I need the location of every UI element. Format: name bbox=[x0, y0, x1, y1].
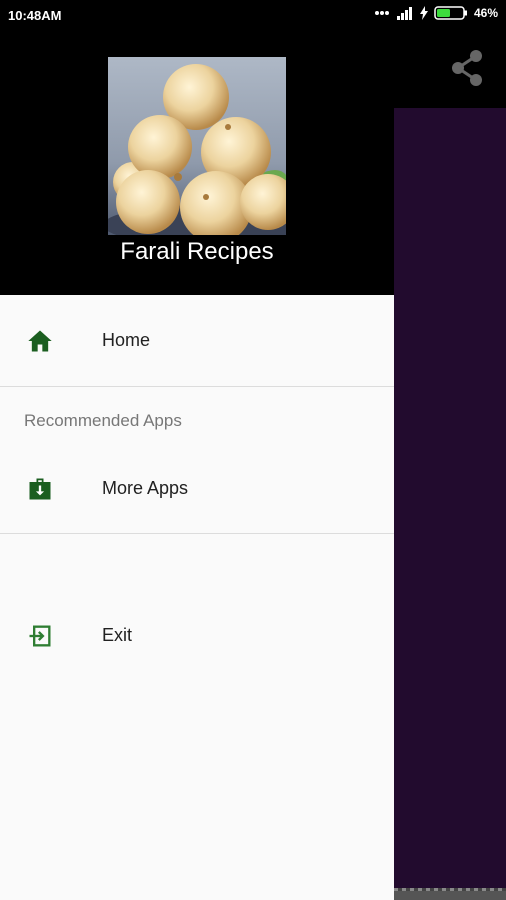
drawer-header: Farali Recipes bbox=[0, 30, 394, 295]
drawer-item-more-apps[interactable]: More Apps bbox=[0, 459, 394, 519]
recommended-apps-header: Recommended Apps bbox=[24, 411, 182, 430]
drawer-item-home-label: Home bbox=[102, 330, 151, 350]
app-content[interactable] bbox=[394, 108, 506, 888]
drawer-item-exit-label: Exit bbox=[102, 625, 133, 645]
divider bbox=[0, 533, 394, 534]
more-notifications-icon bbox=[374, 11, 389, 15]
store-icon bbox=[29, 478, 51, 500]
header-food-image bbox=[108, 57, 286, 235]
drawer-item-more-apps-label: More Apps bbox=[102, 478, 189, 498]
share-icon bbox=[452, 50, 482, 86]
status-time: 10:48AM bbox=[8, 8, 62, 23]
share-button[interactable] bbox=[446, 46, 490, 90]
drawer-item-home[interactable]: Home bbox=[0, 311, 394, 371]
home-icon bbox=[28, 330, 52, 352]
status-icons: 46% bbox=[374, 6, 498, 20]
status-bar: 10:48AM 46% bbox=[0, 0, 506, 30]
charging-icon bbox=[419, 6, 428, 20]
drawer-app-title: Farali Recipes bbox=[120, 238, 274, 265]
signal-icon bbox=[396, 7, 412, 20]
battery-icon bbox=[434, 6, 467, 20]
app-bottom-edge bbox=[394, 888, 506, 900]
divider bbox=[0, 386, 394, 387]
exit-icon bbox=[29, 625, 51, 647]
navigation-drawer: Farali Recipes Home Recommended Apps Mor… bbox=[0, 30, 394, 900]
battery-percentage: 46% bbox=[473, 6, 498, 20]
drawer-item-exit[interactable]: Exit bbox=[0, 606, 394, 666]
